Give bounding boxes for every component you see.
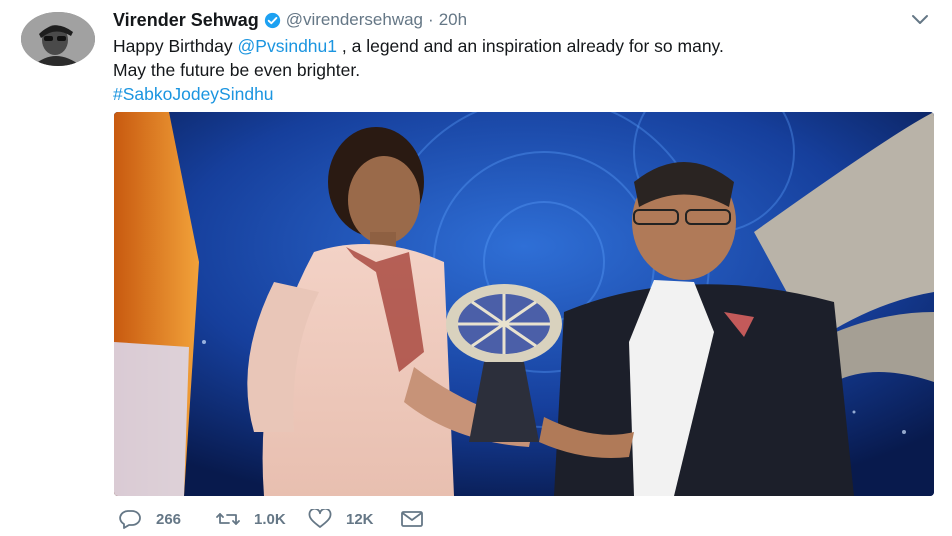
tweet-actions: 266 1.0K 12K (118, 509, 424, 529)
tweet-photo[interactable] (114, 112, 934, 496)
reply-count: 266 (156, 510, 182, 528)
tweet-text-line1: Happy Birthday @Pvsindhu1 , a legend and… (113, 34, 923, 58)
tweet-text-part1: Happy Birthday (113, 36, 238, 56)
hashtag-link[interactable]: #SabkoJodeySindhu (113, 84, 274, 104)
chevron-down-icon[interactable] (910, 12, 930, 26)
avatar-image (21, 12, 95, 66)
reply-icon (119, 510, 141, 529)
tweet-card: Virender Sehwag @virendersehwag · 20h Ha… (0, 0, 952, 536)
verified-badge-icon (264, 12, 280, 28)
retweet-button[interactable]: 1.0K (216, 509, 308, 529)
tweet-text-part2: , a legend and an inspiration already fo… (337, 36, 724, 56)
tweet-text: Happy Birthday @Pvsindhu1 , a legend and… (113, 34, 923, 106)
separator-dot: · (428, 10, 434, 29)
like-count: 12K (346, 510, 374, 528)
tweet-timestamp[interactable]: 20h (439, 10, 467, 30)
heart-icon (308, 509, 332, 528)
retweet-count: 1.0K (254, 510, 286, 528)
author-name[interactable]: Virender Sehwag (113, 10, 259, 31)
photo-illustration (114, 112, 934, 496)
author-handle[interactable]: @virendersehwag (286, 10, 423, 30)
tweet-header: Virender Sehwag @virendersehwag · 20h (113, 9, 467, 31)
tweet-text-line2: May the future be even brighter. (113, 60, 361, 80)
reply-button[interactable]: 266 (118, 509, 216, 529)
avatar[interactable] (21, 12, 95, 66)
envelope-icon (401, 511, 423, 527)
retweet-icon (216, 513, 240, 525)
direct-message-button[interactable] (400, 509, 424, 529)
like-button[interactable]: 12K (308, 509, 400, 529)
mention-link[interactable]: @Pvsindhu1 (238, 36, 338, 56)
